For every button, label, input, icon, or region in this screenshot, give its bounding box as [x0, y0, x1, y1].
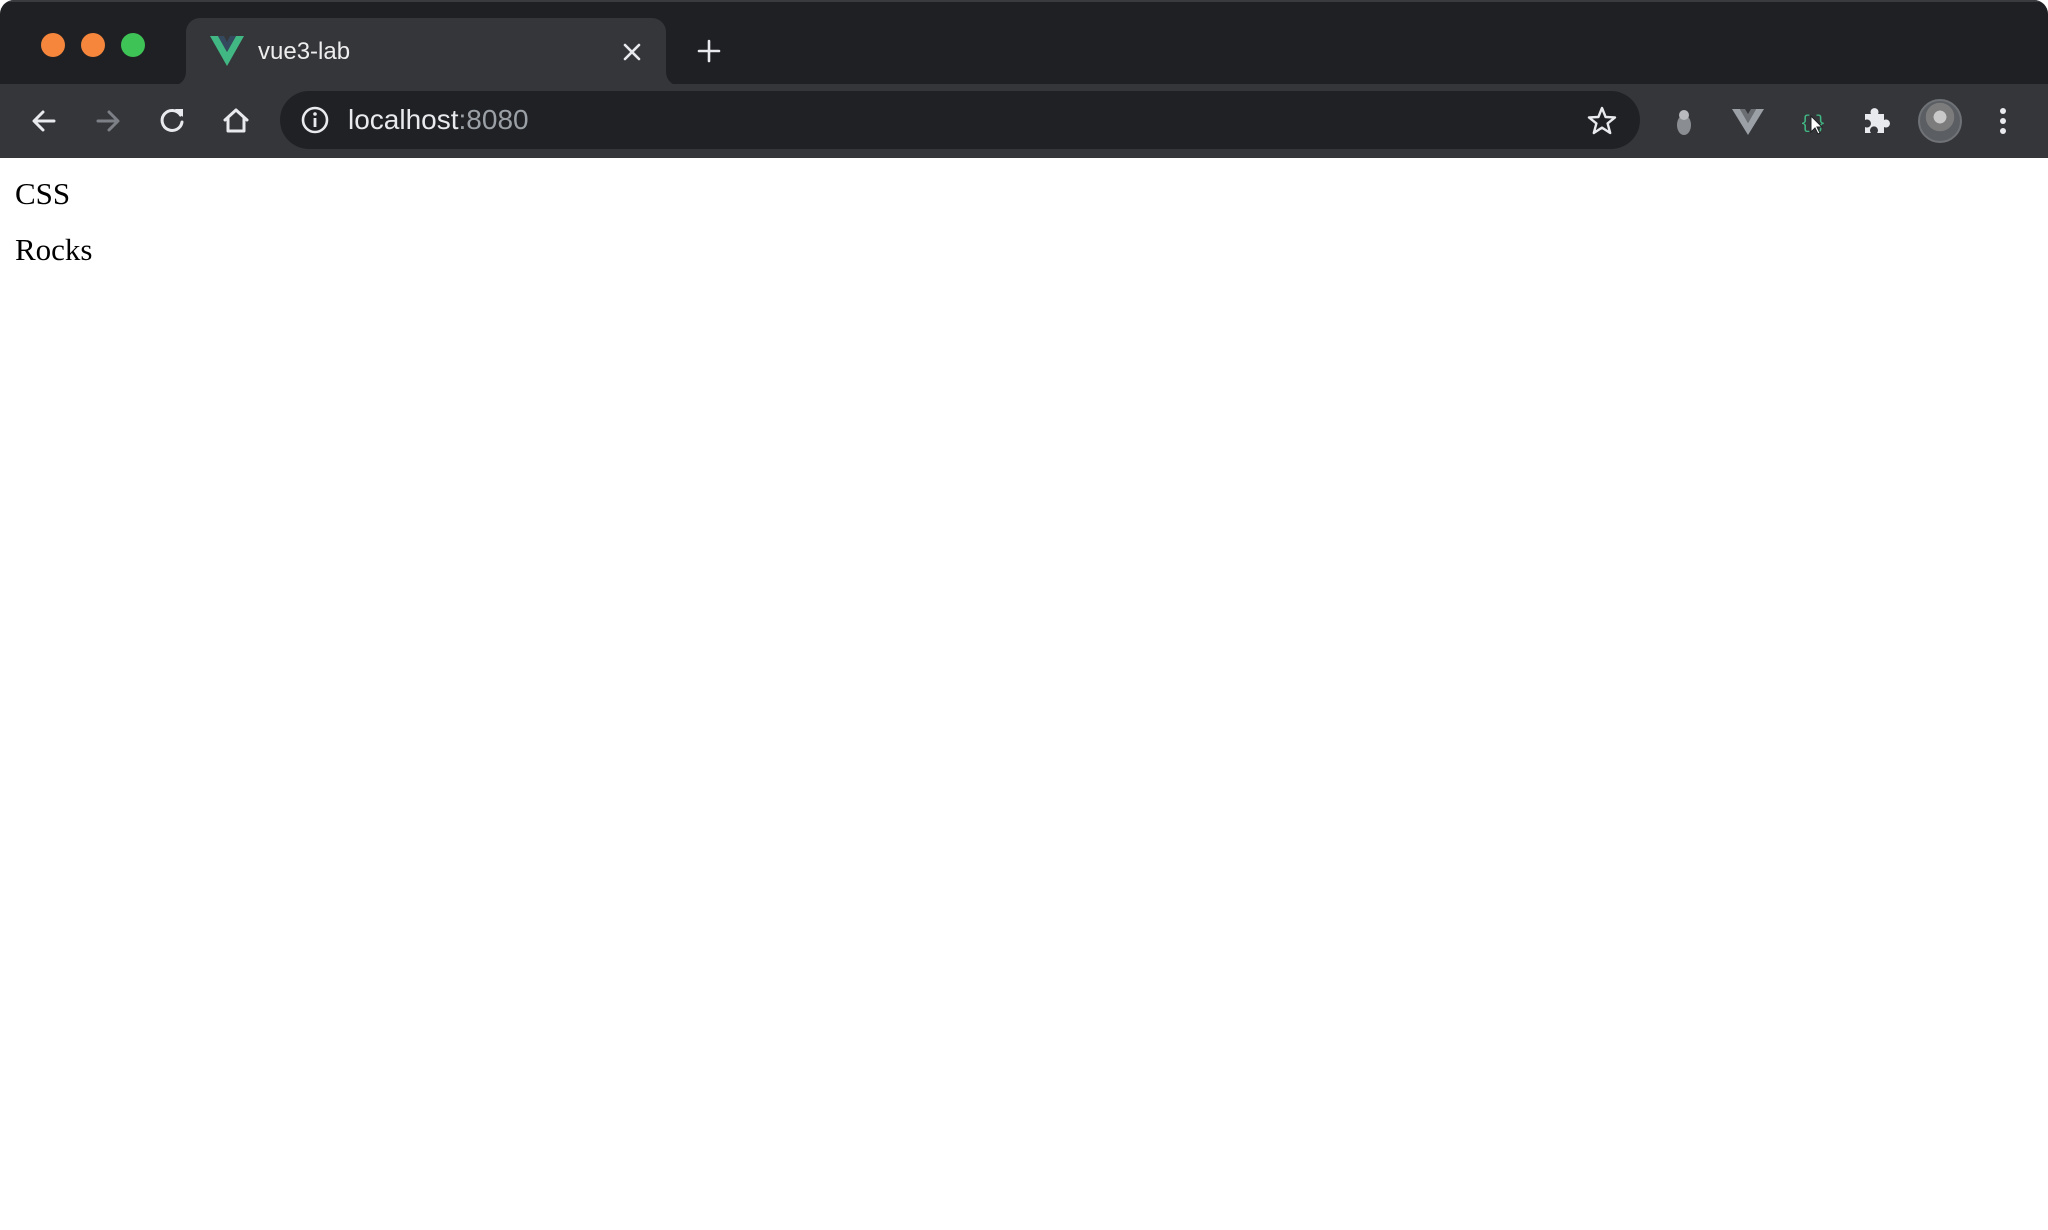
home-icon [223, 108, 249, 133]
arrow-left-icon [32, 110, 56, 132]
extension-1-button[interactable] [1664, 101, 1704, 141]
info-icon[interactable] [300, 105, 330, 135]
reload-icon [160, 108, 184, 132]
extension-3-button[interactable]: { } [1792, 101, 1832, 141]
text-line: Rocks [15, 232, 93, 267]
vue-devtools-icon [1732, 109, 1764, 135]
home-button[interactable] [216, 101, 256, 141]
browser-window: vue3-lab localhost:8080 {} CSS Rocks [0, 0, 2048, 1230]
tab-title: vue3-lab [258, 38, 351, 65]
puzzle-icon [1865, 108, 1890, 133]
url-host: localhost [348, 104, 459, 135]
browser-toolbar: localhost:8080 { } [0, 84, 2048, 158]
page-content: CSS Rocks [0, 158, 2048, 1230]
avatar[interactable] [1918, 99, 1962, 143]
tab-vue3-lab[interactable]: vue3-lab [186, 18, 666, 86]
star-icon[interactable] [1586, 105, 1618, 137]
reload-button[interactable] [152, 101, 192, 141]
close-icon[interactable] [618, 38, 646, 66]
close-window-button[interactable] [41, 33, 65, 57]
url-text[interactable]: localhost:8080 [348, 103, 529, 137]
maximize-window-button[interactable] [121, 33, 145, 57]
vue-logo-icon [210, 36, 244, 66]
owl-extension-icon [1677, 110, 1691, 135]
address-bar[interactable]: localhost:8080 [280, 91, 1640, 149]
arrow-right-icon [96, 110, 120, 132]
url-port: :8080 [458, 104, 529, 135]
code-cursor-icon: { } [1800, 114, 1826, 135]
back-button[interactable] [24, 101, 64, 141]
text-line: CSS [15, 176, 71, 211]
kebab-menu-icon[interactable] [1988, 101, 2018, 141]
plus-icon[interactable] [694, 36, 724, 66]
tab-strip: vue3-lab [0, 0, 2048, 86]
vue-devtools-button[interactable] [1728, 101, 1768, 141]
extensions-menu-button[interactable] [1856, 101, 1896, 141]
forward-button[interactable] [88, 101, 128, 141]
minimize-window-button[interactable] [81, 33, 105, 57]
svg-text:{: { [1800, 114, 1811, 134]
